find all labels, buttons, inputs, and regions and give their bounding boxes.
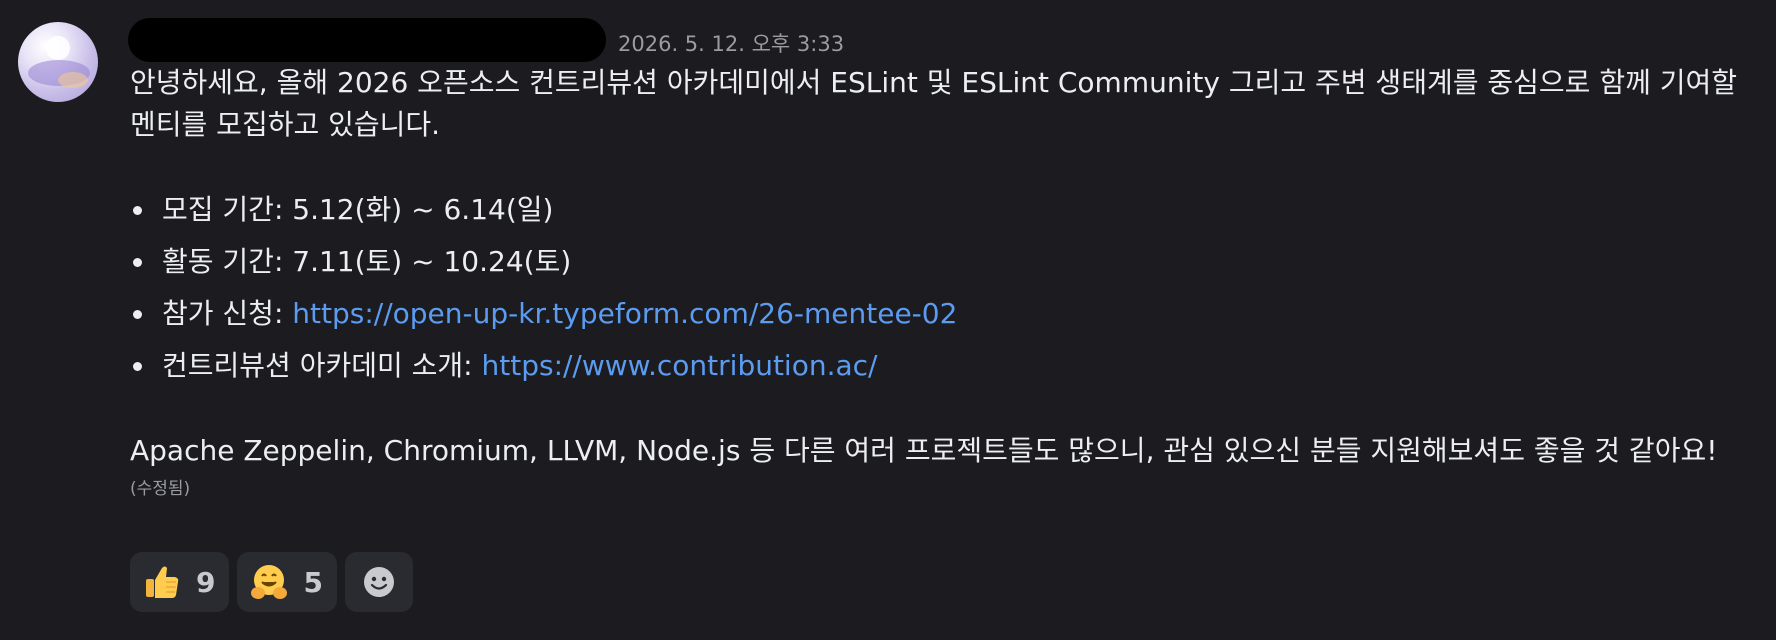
avatar[interactable] [18,22,98,102]
message-content: 안녕하세요, 올해 2026 오픈소스 컨트리뷰션 아카데미에서 ESLint … [130,62,1750,500]
reaction-thumbs-up[interactable]: 9 [130,552,230,612]
reaction-hugging-face[interactable]: 5 [237,552,337,612]
username-redacted[interactable] [128,18,606,62]
message-paragraph-closing: Apache Zeppelin, Chromium, LLVM, Node.js… [130,434,1718,467]
academy-link[interactable]: https://www.contribution.ac/ [482,349,878,382]
add-emoji-icon [363,567,394,597]
list-item-academy-intro: 컨트리뷰션 아카데미 소개: https://www.contribution.… [133,340,1750,392]
reaction-count: 5 [303,565,323,599]
add-reaction-button[interactable] [344,552,413,612]
timestamp: 2026. 5. 12. 오후 3:33 [618,32,845,56]
message-header: 2026. 5. 12. 오후 3:33 [128,18,844,62]
reactions-bar: 9 5 [130,552,413,612]
info-list: 모집 기간: 5.12(화) ~ 6.14(일) 활동 기간: 7.11(토) … [130,184,1750,392]
list-item-application: 참가 신청: https://open-up-kr.typeform.com/2… [133,288,1750,340]
message-paragraph-intro: 안녕하세요, 올해 2026 오픈소스 컨트리뷰션 아카데미에서 ESLint … [130,66,1738,141]
application-link[interactable]: https://open-up-kr.typeform.com/26-mente… [292,297,957,330]
reaction-count: 9 [196,565,216,599]
thumbs-up-icon [146,566,179,598]
chat-message: 2026. 5. 12. 오후 3:33 안녕하세요, 올해 2026 오픈소스… [0,0,1776,640]
edited-label: (수정됨) [130,479,191,499]
list-item-recruit-period: 모집 기간: 5.12(화) ~ 6.14(일) [133,184,1750,236]
hugging-face-icon [251,565,288,599]
list-item-activity-period: 활동 기간: 7.11(토) ~ 10.24(토) [133,236,1750,288]
